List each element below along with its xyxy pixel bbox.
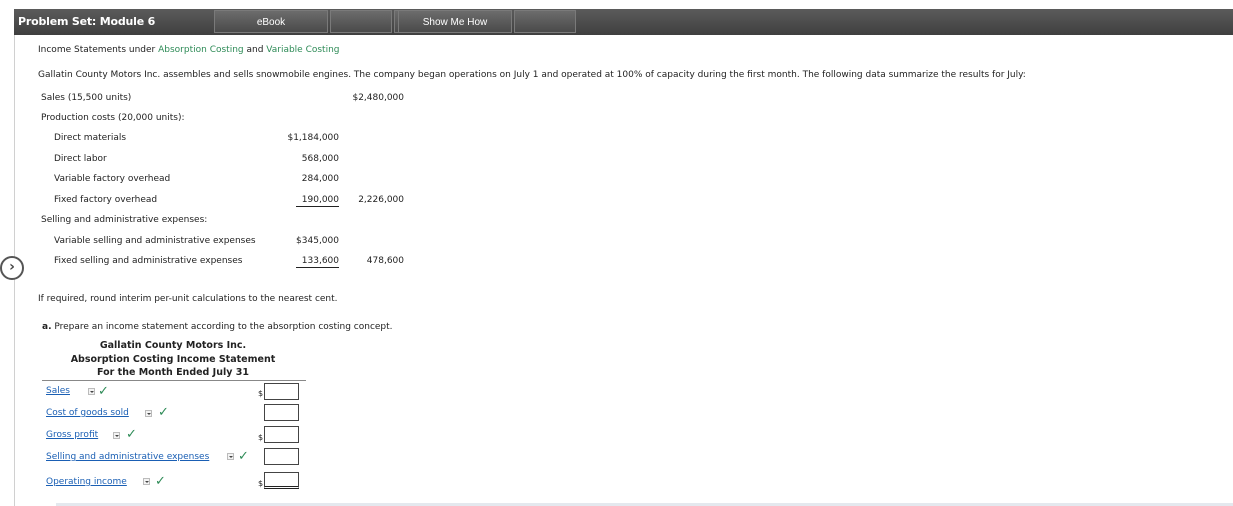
checkmark-icon: ✓: [158, 405, 169, 420]
gross-profit-select[interactable]: Gross profit: [46, 430, 98, 440]
statement-name: Absorption Costing Income Statement: [70, 354, 276, 365]
sales-label: Sales (15,500 units): [41, 93, 132, 103]
fixed-selling-admin-label: Fixed selling and administrative expense…: [54, 256, 243, 266]
variable-factory-overhead-value: 284,000: [301, 174, 339, 184]
fixed-factory-overhead-label: Fixed factory overhead: [54, 195, 158, 205]
selling-admin-total-value: 478,600: [366, 256, 404, 266]
gross-profit-input[interactable]: [264, 426, 299, 443]
absorption-costing-link[interactable]: Absorption Costing: [158, 45, 244, 55]
gross-profit-dollar-sign: $: [258, 433, 264, 442]
intro-text: Gallatin County Motors Inc. assembles an…: [38, 70, 1026, 80]
tab-blank-1[interactable]: [330, 10, 392, 33]
selling-admin-expenses-select[interactable]: Selling and administrative expenses: [46, 452, 209, 462]
production-total-value: 2,226,000: [358, 195, 404, 205]
dropdown-arrow-icon[interactable]: [145, 410, 152, 417]
tab-show-me-how[interactable]: Show Me How: [398, 10, 512, 33]
dropdown-arrow-icon[interactable]: [88, 388, 95, 395]
checkmark-icon: ✓: [98, 384, 109, 399]
problem-set-title: Problem Set: Module 6: [18, 15, 156, 28]
sales-dollar-sign: $: [258, 389, 264, 398]
sales-value: $2,480,000: [352, 93, 404, 103]
direct-materials-value: $1,184,000: [287, 133, 339, 143]
selling-admin-expenses-input[interactable]: [264, 448, 299, 465]
dropdown-arrow-icon[interactable]: [143, 478, 150, 485]
operating-income-select[interactable]: Operating income: [46, 477, 127, 487]
fixed-selling-admin-value: 133,600: [296, 256, 339, 268]
tab-blank-3[interactable]: [514, 10, 576, 33]
section-heading: Income Statements under Absorption Costi…: [38, 45, 340, 55]
production-costs-label: Production costs (20,000 units):: [41, 113, 185, 123]
sales-input[interactable]: [264, 383, 299, 400]
sales-row-select[interactable]: Sales: [46, 386, 70, 396]
checkmark-icon: ✓: [155, 474, 166, 489]
chevron-right-icon[interactable]: ›: [0, 256, 24, 280]
variable-costing-link[interactable]: Variable Costing: [266, 45, 339, 55]
cost-of-goods-sold-select[interactable]: Cost of goods sold: [46, 408, 129, 418]
part-a-letter: a.: [42, 322, 52, 332]
top-bar: Problem Set: Module 6 eBook Show Me How: [14, 9, 1233, 35]
dropdown-arrow-icon[interactable]: [227, 453, 234, 460]
dropdown-arrow-icon[interactable]: [113, 432, 120, 439]
operating-income-input[interactable]: [264, 472, 299, 489]
cost-of-goods-sold-input[interactable]: [264, 404, 299, 421]
selling-admin-label: Selling and administrative expenses:: [41, 215, 208, 225]
variable-factory-overhead-label: Variable factory overhead: [54, 174, 171, 184]
checkmark-icon: ✓: [238, 449, 249, 464]
direct-labor-label: Direct labor: [54, 154, 107, 164]
statement-header-rule: [42, 380, 306, 381]
heading-prefix: Income Statements under: [38, 45, 159, 55]
heading-mid: and: [243, 45, 267, 55]
direct-materials-label: Direct materials: [54, 133, 127, 143]
rounding-note: If required, round interim per-unit calc…: [38, 294, 338, 304]
statement-period: For the Month Ended July 31: [97, 367, 249, 378]
fixed-factory-overhead-value: 190,000: [296, 195, 339, 207]
tab-ebook[interactable]: eBook: [214, 10, 328, 33]
statement-company: Gallatin County Motors Inc.: [99, 340, 247, 351]
checkmark-icon: ✓: [126, 427, 137, 442]
part-a-text: Prepare an income statement according to…: [54, 322, 393, 332]
variable-selling-admin-label: Variable selling and administrative expe…: [54, 236, 256, 246]
part-a-instruction: a. Prepare an income statement according…: [42, 322, 393, 332]
operating-income-dollar-sign: $: [258, 479, 264, 488]
variable-selling-admin-value: $345,000: [296, 236, 339, 246]
direct-labor-value: 568,000: [301, 154, 339, 164]
